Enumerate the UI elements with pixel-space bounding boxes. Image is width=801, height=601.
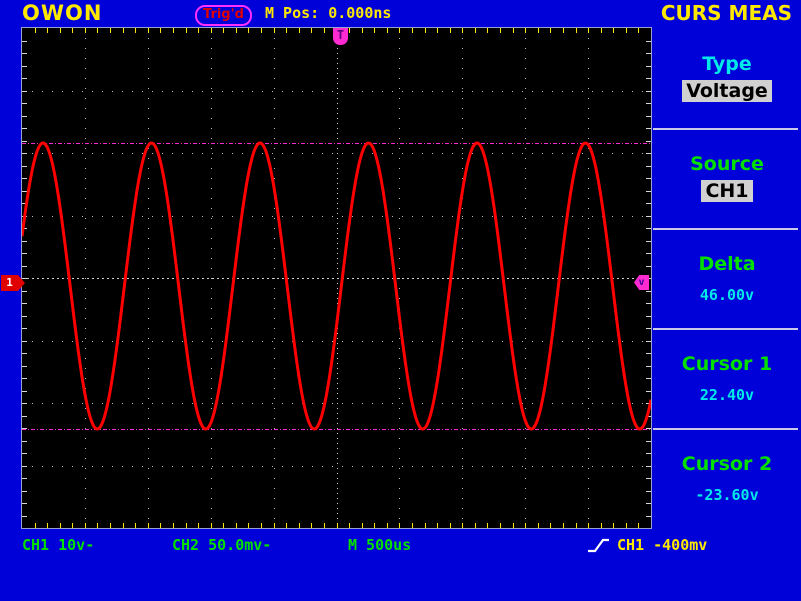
menu-item-cursor-1[interactable]: Cursor 1 22.40v [653, 353, 801, 404]
menu-item-value: Voltage [682, 80, 772, 102]
menu-item-type[interactable]: Type Voltage [653, 53, 801, 102]
menu-item-cursor-2[interactable]: Cursor 2 -23.60v [653, 453, 801, 504]
ch1-waveform-trace [22, 141, 651, 431]
menu-separator [653, 228, 798, 230]
oscilloscope-screen: OWON Trig'd M Pos: 0.000ns CURS MEAS T 1… [0, 0, 801, 601]
menu-item-value: 22.40v [699, 386, 755, 404]
menu-item-value-row: CH1 [653, 180, 801, 202]
trigger-status-badge: Trig'd [195, 5, 252, 26]
rising-edge-icon [588, 538, 609, 553]
menu-item-label: Type [702, 53, 752, 75]
menu-item-value-row: 46.00v [653, 285, 801, 304]
menu-item-label: Cursor 1 [681, 353, 773, 375]
menu-separator [653, 328, 798, 330]
waveform-polyline [22, 141, 651, 431]
menu-item-label: Source [690, 153, 764, 175]
menu-item-value: 46.00v [699, 286, 755, 304]
menu-item-value-row: -23.60v [653, 485, 801, 504]
menu-item-value: -23.60v [695, 486, 759, 504]
menu-item-value-row: Voltage [653, 80, 801, 102]
menu-separator [653, 428, 798, 430]
menu-item-value: CH1 [701, 180, 753, 202]
menu-item-value-row: 22.40v [653, 385, 801, 404]
menu-item-label: Delta [698, 253, 756, 275]
ch1-ground-marker[interactable]: 1 [1, 275, 25, 291]
menu-item-delta[interactable]: Delta 46.00v [653, 253, 801, 304]
bottom-status-bar: CH1 10v- CH2 50.0mv- M 500us CH1 -400mv [0, 531, 801, 571]
top-status-bar: OWON Trig'd M Pos: 0.000ns CURS MEAS [0, 0, 801, 28]
ch1-scale-readout[interactable]: CH1 10v- [22, 536, 94, 554]
trigger-position-marker[interactable]: T [333, 28, 348, 45]
horizontal-position-readout: M Pos: 0.000ns [265, 4, 392, 22]
curs-meas-side-menu: Type Voltage Source CH1 Delta 46.00v Cursor 1 2… [653, 28, 801, 528]
trigger-level-readout[interactable]: CH1 -400mv [617, 536, 707, 554]
brand-logo: OWON [22, 1, 103, 25]
ch2-scale-readout[interactable]: CH2 50.0mv- [172, 536, 271, 554]
waveform-display-area[interactable] [22, 28, 651, 528]
menu-item-source[interactable]: Source CH1 [653, 153, 801, 202]
menu-title: CURS MEAS [660, 1, 792, 25]
timebase-readout[interactable]: M 500us [348, 536, 411, 554]
menu-item-label: Cursor 2 [681, 453, 773, 475]
menu-separator [653, 128, 798, 130]
